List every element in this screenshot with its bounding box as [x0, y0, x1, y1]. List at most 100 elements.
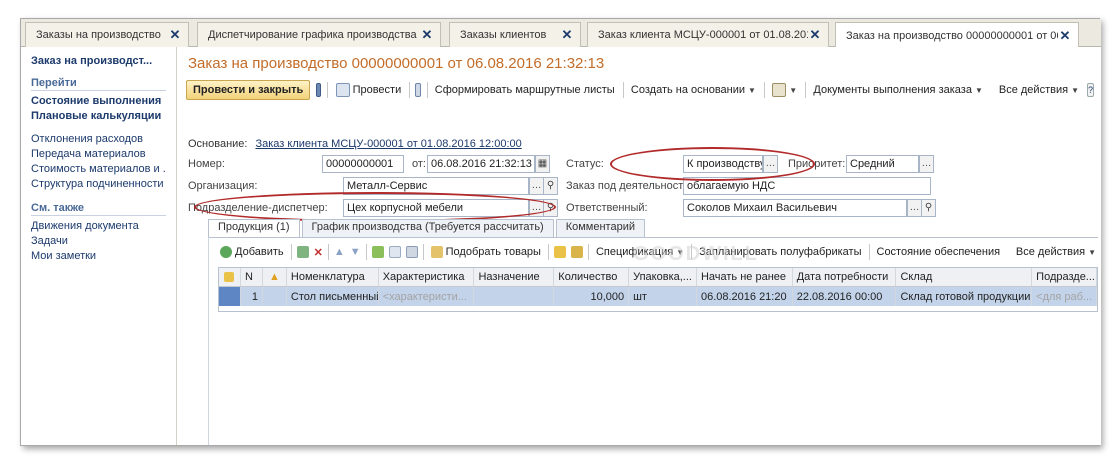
tab-production-schedule[interactable]: График производства (Требуется рассчитат…	[301, 219, 554, 237]
route-sheets-button[interactable]: Сформировать маршрутные листы	[433, 80, 617, 100]
create-based-button[interactable]: Создать на основании ▼	[629, 80, 758, 100]
help-icon[interactable]: ?	[1086, 83, 1094, 97]
lock-icon[interactable]	[553, 246, 566, 258]
sidebar-item-material-transfer[interactable]: Передача материалов	[31, 147, 166, 162]
move-up-icon[interactable]: ▲	[334, 246, 345, 258]
copy-icon[interactable]	[388, 246, 401, 258]
plan-semi-button[interactable]: Запланировать полуфабрикаты	[697, 242, 863, 262]
close-icon[interactable]: ✕	[1058, 28, 1072, 44]
paste-icon[interactable]	[405, 246, 418, 258]
sidebar-item-plan-calc[interactable]: Плановые калькуляции	[31, 109, 166, 124]
sidebar-item-material-cost[interactable]: Стоимость материалов и ...	[31, 162, 166, 177]
activity-label: Заказ под деятельность:	[566, 180, 693, 192]
cell-quantity[interactable]: 10,000	[554, 287, 630, 306]
save-icon[interactable]	[316, 83, 322, 97]
column-n[interactable]: N	[241, 268, 263, 286]
post-button[interactable]: Провести	[334, 80, 404, 100]
status-select-button[interactable]: …	[763, 155, 778, 173]
table-row[interactable]: 1 Стол письменный <характеристи... 10,00…	[219, 287, 1097, 306]
move-down-icon[interactable]: ▼	[350, 246, 361, 258]
cell-start[interactable]: 06.08.2016 21:20	[697, 287, 793, 306]
all-actions-button[interactable]: Все действия ▼	[997, 80, 1081, 100]
separator	[587, 244, 589, 260]
sidebar-go-header: Перейти	[31, 77, 166, 91]
cell-package[interactable]: шт	[629, 287, 697, 306]
table-all-actions-button[interactable]: Все действия ▼	[1014, 242, 1098, 262]
print-menu-button[interactable]: ▼	[770, 80, 799, 100]
sidebar-item-cost-deviations[interactable]: Отклонения расходов	[31, 132, 166, 147]
column-package[interactable]: Упаковка,...	[629, 268, 697, 286]
sidebar-item-structure[interactable]: Структура подчиненности	[31, 177, 166, 192]
sidebar-title[interactable]: Заказ на производст...	[31, 55, 166, 67]
org-select-button[interactable]: …	[529, 177, 544, 195]
separator	[422, 244, 424, 260]
supply-state-button[interactable]: Состояние обеспечения	[875, 242, 1003, 262]
cell-need-date[interactable]: 22.08.2016 00:00	[793, 287, 897, 306]
sidebar-item-execution-state[interactable]: Состояние выполнения	[31, 94, 166, 109]
tab-client-orders[interactable]: Заказы клиентов ✕	[449, 22, 581, 47]
column-need-date[interactable]: Дата потребности	[793, 268, 897, 286]
close-icon[interactable]: ✕	[560, 27, 574, 43]
column-characteristic[interactable]: Характеристика	[379, 268, 475, 286]
sidebar-item-notes[interactable]: Мои заметки	[31, 249, 166, 264]
calendar-icon[interactable]: ▦	[535, 155, 550, 173]
cell-characteristic[interactable]: <характеристи...	[379, 287, 475, 306]
resp-field[interactable]: Соколов Михаил Васильевич	[683, 199, 907, 217]
sidebar-item-tasks[interactable]: Задачи	[31, 234, 166, 249]
add-row-button[interactable]: Добавить	[218, 242, 286, 262]
column-purpose[interactable]: Назначение	[474, 268, 555, 286]
activity-field[interactable]: облагаемую НДС	[683, 177, 931, 195]
exec-docs-button[interactable]: Документы выполнения заказа ▼	[811, 80, 984, 100]
sidebar-item-doc-movements[interactable]: Движения документа	[31, 219, 166, 234]
base-link[interactable]: Заказ клиента МСЦУ-000001 от 01.08.2016 …	[255, 138, 521, 150]
dept-field[interactable]: Цех корпусной мебели	[343, 199, 529, 217]
cell-dept[interactable]: <для раб...	[1032, 287, 1097, 306]
number-field[interactable]: 00000000001	[322, 155, 404, 173]
org-field[interactable]: Металл-Сервис	[343, 177, 529, 195]
tab-production-orders[interactable]: Заказы на производство ✕	[25, 22, 189, 47]
edit-icon[interactable]	[371, 246, 384, 258]
tab-client-order[interactable]: Заказ клиента МСЦУ-000001 от 01.08.201..…	[587, 22, 829, 47]
column-item[interactable]: Номенклатура	[287, 268, 379, 286]
unlock-icon[interactable]	[570, 246, 583, 258]
column-dept[interactable]: Подразде...	[1032, 268, 1097, 286]
cell-warning	[263, 287, 287, 306]
post-and-close-button[interactable]: Провести и закрыть	[186, 80, 311, 100]
delete-icon[interactable]: ✕	[314, 246, 323, 259]
cell-item[interactable]: Стол письменный	[287, 287, 379, 306]
warning-column-header[interactable]: ▲	[263, 268, 287, 286]
tab-comment[interactable]: Комментарий	[555, 219, 646, 237]
close-icon[interactable]: ✕	[168, 27, 182, 43]
dept-label: Подразделение-диспетчер:	[188, 202, 328, 214]
close-icon[interactable]: ✕	[808, 27, 822, 43]
priority-select-button[interactable]: …	[919, 155, 934, 173]
pick-goods-button[interactable]: Подобрать товары	[429, 242, 543, 262]
separator	[547, 244, 549, 260]
column-quantity[interactable]: Количество	[554, 268, 630, 286]
sidebar-see-header: См. также	[31, 202, 166, 216]
search-icon[interactable]: ⚲	[543, 177, 558, 195]
tab-production-order[interactable]: Заказ на производство 00000000001 от 06.…	[835, 22, 1079, 48]
spec-button[interactable]: Спецификация ▼	[594, 242, 686, 262]
search-icon[interactable]: ⚲	[921, 199, 936, 217]
cell-purpose[interactable]	[474, 287, 555, 306]
separator	[365, 244, 367, 260]
cell-store[interactable]: Склад готовой продукции	[896, 287, 1033, 306]
status-field[interactable]: К производству	[683, 155, 763, 173]
tab-dispatch-schedule[interactable]: Диспетчирование графика производства ✕	[197, 22, 441, 47]
column-start[interactable]: Начать не ранее	[697, 268, 793, 286]
tab-bar: Заказы на производство ✕ Диспетчирование …	[21, 19, 1101, 48]
resp-select-button[interactable]: …	[907, 199, 922, 217]
list-icon[interactable]	[415, 83, 421, 97]
dept-select-button[interactable]: …	[529, 199, 544, 217]
column-store[interactable]: Склад	[896, 268, 1033, 286]
post-icon	[335, 83, 350, 97]
copy-row-icon[interactable]	[296, 246, 309, 258]
close-icon[interactable]: ✕	[420, 27, 434, 43]
lock-icon	[224, 272, 235, 282]
date-field[interactable]: 06.08.2016 21:32:13	[427, 155, 535, 173]
tab-products[interactable]: Продукция (1)	[208, 219, 300, 237]
search-icon[interactable]: ⚲	[543, 199, 558, 217]
priority-field[interactable]: Средний	[846, 155, 919, 173]
lock-column-header[interactable]	[219, 268, 241, 286]
